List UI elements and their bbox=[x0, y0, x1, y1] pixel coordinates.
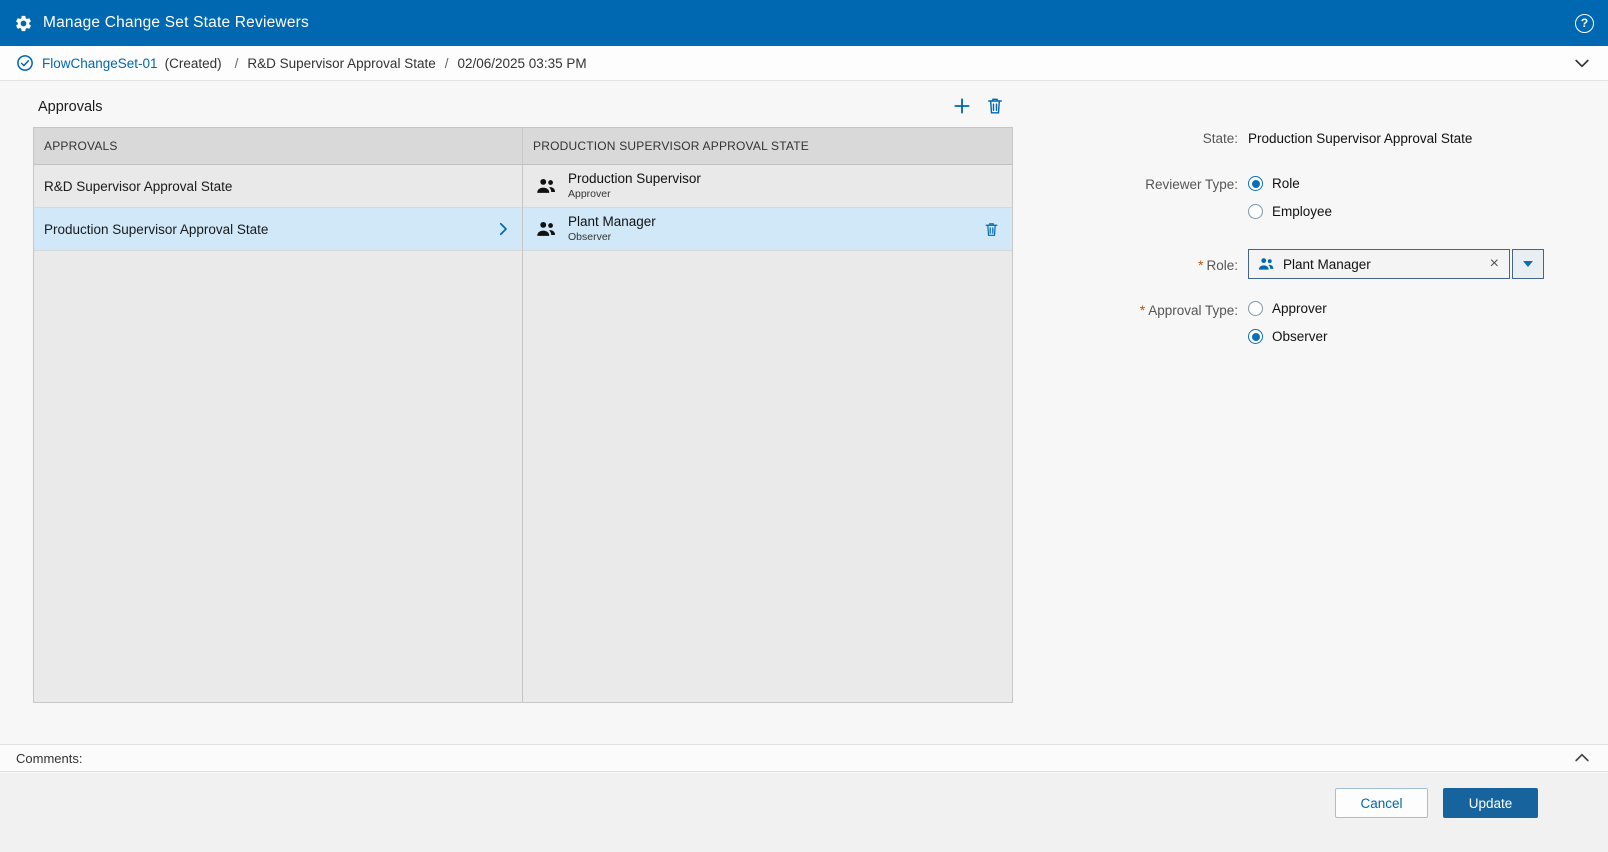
changeset-link[interactable]: FlowChangeSet-01 bbox=[42, 56, 158, 71]
check-circle-icon bbox=[16, 54, 34, 72]
state-row-label: R&D Supervisor Approval State bbox=[44, 179, 232, 194]
reviewer-row-selected[interactable]: Plant Manager Observer bbox=[523, 208, 1012, 251]
delete-reviewer-trash-icon[interactable] bbox=[985, 96, 1005, 116]
people-icon bbox=[535, 218, 557, 240]
help-icon[interactable] bbox=[1575, 14, 1594, 33]
required-asterisk: * bbox=[1198, 257, 1203, 273]
page-title: Manage Change Set State Reviewers bbox=[43, 14, 309, 32]
role-combobox-field[interactable]: Plant Manager bbox=[1248, 249, 1510, 279]
reviewer-type-option-role[interactable]: Role bbox=[1248, 176, 1332, 191]
approval-type-field: *Approval Type: Approver Observer bbox=[1128, 301, 1568, 344]
radio-observer[interactable] bbox=[1248, 329, 1263, 344]
role-field: *Role: Plant Manager bbox=[1128, 249, 1568, 279]
radio-role-label: Role bbox=[1272, 176, 1300, 191]
reviewer-type-option-employee[interactable]: Employee bbox=[1248, 204, 1332, 219]
reviewer-row[interactable]: Production Supervisor Approver bbox=[523, 165, 1012, 208]
breadcrumb-separator: / bbox=[445, 56, 449, 71]
radio-employee-label: Employee bbox=[1272, 204, 1332, 219]
column-header-reviewer-state: PRODUCTION SUPERVISOR APPROVAL STATE bbox=[523, 128, 1012, 165]
reviewer-type-label: Reviewer Type: bbox=[1128, 176, 1238, 192]
state-row-selected[interactable]: Production Supervisor Approval State bbox=[34, 208, 522, 251]
reviewer-type-field: Reviewer Type: Role Employee bbox=[1128, 176, 1568, 219]
reviewer-form-panel: State: Production Supervisor Approval St… bbox=[1128, 130, 1568, 344]
radio-observer-label: Observer bbox=[1272, 329, 1328, 344]
reviewers-column: PRODUCTION SUPERVISOR APPROVAL STATE Pro… bbox=[523, 128, 1012, 702]
approvals-toolbar bbox=[952, 96, 1005, 116]
role-dropdown-button[interactable] bbox=[1512, 249, 1544, 279]
breadcrumb-separator: / bbox=[235, 56, 239, 71]
reviewer-name: Plant Manager bbox=[568, 213, 656, 231]
approvals-section-title: Approvals bbox=[38, 99, 102, 115]
cancel-button[interactable]: Cancel bbox=[1335, 788, 1428, 818]
changeset-status: (Created) bbox=[165, 56, 222, 71]
approvals-column: APPROVALS R&D Supervisor Approval State … bbox=[34, 128, 523, 702]
gear-icon bbox=[14, 14, 33, 33]
add-reviewer-plus-icon[interactable] bbox=[952, 96, 972, 116]
breadcrumb: FlowChangeSet-01 (Created) / R&D Supervi… bbox=[0, 46, 1608, 81]
row-trash-icon[interactable] bbox=[983, 221, 1000, 238]
dropdown-arrow-icon bbox=[1523, 261, 1533, 267]
collapse-chevron-down-icon[interactable] bbox=[1572, 53, 1592, 73]
role-clear-icon[interactable] bbox=[1488, 256, 1501, 272]
reviewer-type-radio-group: Role Employee bbox=[1248, 176, 1332, 219]
reviewer-approval-type: Approver bbox=[568, 188, 701, 202]
approval-type-option-observer[interactable]: Observer bbox=[1248, 329, 1328, 344]
role-label: *Role: bbox=[1128, 256, 1238, 273]
approval-type-radio-group: Approver Observer bbox=[1248, 301, 1328, 344]
role-combobox[interactable]: Plant Manager bbox=[1248, 249, 1544, 279]
footer: Cancel Update bbox=[0, 773, 1608, 852]
role-value: Plant Manager bbox=[1283, 257, 1480, 272]
radio-approver-label: Approver bbox=[1272, 301, 1327, 316]
state-row[interactable]: R&D Supervisor Approval State bbox=[34, 165, 522, 208]
state-value: Production Supervisor Approval State bbox=[1248, 131, 1472, 146]
required-asterisk: * bbox=[1140, 302, 1145, 318]
chevron-right-icon bbox=[494, 220, 512, 238]
role-label-text: Role: bbox=[1206, 258, 1238, 273]
radio-approver[interactable] bbox=[1248, 301, 1263, 316]
reviewer-approval-type: Observer bbox=[568, 231, 656, 245]
comments-collapse-chevron-up-icon[interactable] bbox=[1572, 748, 1592, 768]
column-header-approvals: APPROVALS bbox=[34, 128, 522, 165]
reviewer-name: Production Supervisor bbox=[568, 170, 701, 188]
radio-employee[interactable] bbox=[1248, 204, 1263, 219]
titlebar: Manage Change Set State Reviewers bbox=[0, 0, 1608, 46]
breadcrumb-state-name: R&D Supervisor Approval State bbox=[247, 56, 435, 71]
breadcrumb-timestamp: 02/06/2025 03:35 PM bbox=[457, 56, 586, 71]
role-people-icon bbox=[1257, 255, 1275, 273]
state-row-field: State: Production Supervisor Approval St… bbox=[1128, 130, 1568, 146]
approval-type-label: *Approval Type: bbox=[1128, 301, 1238, 318]
state-label: State: bbox=[1128, 130, 1238, 146]
approval-type-option-approver[interactable]: Approver bbox=[1248, 301, 1328, 316]
comments-bar[interactable]: Comments: bbox=[0, 744, 1608, 772]
radio-role[interactable] bbox=[1248, 176, 1263, 191]
comments-label: Comments: bbox=[16, 751, 82, 766]
people-icon bbox=[535, 175, 557, 197]
approval-type-label-text: Approval Type: bbox=[1148, 303, 1238, 318]
update-button[interactable]: Update bbox=[1443, 788, 1538, 818]
approvals-table: APPROVALS R&D Supervisor Approval State … bbox=[33, 127, 1013, 703]
manage-change-set-window: Manage Change Set State Reviewers FlowCh… bbox=[0, 0, 1608, 852]
state-row-label: Production Supervisor Approval State bbox=[44, 222, 268, 237]
